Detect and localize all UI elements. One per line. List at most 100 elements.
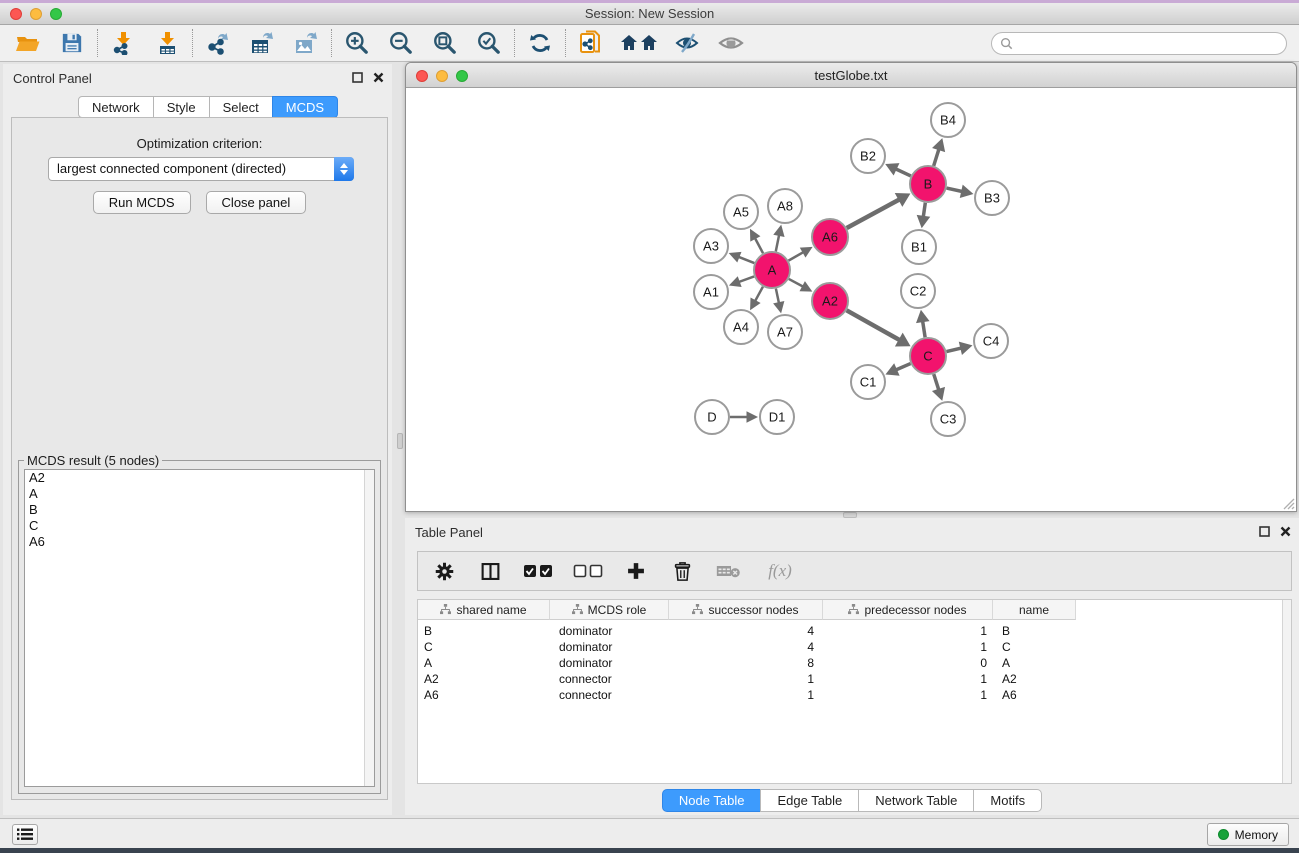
graph-edge[interactable] <box>923 321 925 337</box>
vertical-splitter-grip[interactable] <box>397 433 403 449</box>
table-row[interactable]: A2connector11A2 <box>418 671 1291 687</box>
table-cell: 1 <box>669 688 823 702</box>
create-column-button[interactable] <box>620 555 652 587</box>
graph-edge[interactable] <box>776 235 779 251</box>
delete-table-button[interactable] <box>712 555 744 587</box>
graph-edge[interactable] <box>847 310 900 340</box>
table-cell: 1 <box>669 672 823 686</box>
first-neighbors-button[interactable] <box>575 27 607 59</box>
graph-edge[interactable] <box>896 169 911 176</box>
graph-edge[interactable] <box>934 374 939 390</box>
close-panel-button[interactable]: Close panel <box>206 191 307 214</box>
close-panel-icon[interactable] <box>373 72 384 83</box>
tab-select[interactable]: Select <box>209 96 273 118</box>
toggle-columns-button[interactable] <box>474 555 506 587</box>
graph-edge[interactable] <box>755 238 763 253</box>
graph-edge[interactable] <box>738 257 754 263</box>
float-panel-icon[interactable] <box>1259 526 1270 537</box>
search-input[interactable] <box>1018 36 1278 50</box>
table-row[interactable]: Cdominator41C <box>418 639 1291 655</box>
column-header-shared-name[interactable]: shared name <box>418 600 550 620</box>
table-cell: A <box>418 656 550 670</box>
search-icon <box>1000 37 1013 50</box>
graph-edge[interactable] <box>947 188 963 191</box>
table-row[interactable]: A6connector11A6 <box>418 687 1291 703</box>
save-session-button[interactable] <box>56 27 88 59</box>
table-cell: 1 <box>823 688 993 702</box>
search-field[interactable] <box>991 32 1287 55</box>
tab-motifs[interactable]: Motifs <box>973 789 1042 812</box>
tab-network-table[interactable]: Network Table <box>858 789 974 812</box>
refresh-button[interactable] <box>524 27 556 59</box>
close-panel-icon[interactable] <box>1280 526 1291 537</box>
column-header-predecessor-nodes[interactable]: predecessor nodes <box>823 600 993 620</box>
mcds-result-item[interactable]: A2 <box>25 470 374 486</box>
mcds-result-item[interactable]: B <box>25 502 374 518</box>
show-hide-button[interactable] <box>715 27 747 59</box>
tab-style[interactable]: Style <box>153 96 210 118</box>
graph-edge[interactable] <box>789 279 803 287</box>
graph-edge[interactable] <box>739 276 754 282</box>
tab-edge-table[interactable]: Edge Table <box>760 789 859 812</box>
open-session-button[interactable] <box>12 27 44 59</box>
table-cell: A2 <box>418 672 550 686</box>
table-scrollbar[interactable] <box>1282 600 1291 783</box>
export-network-button[interactable] <box>202 27 234 59</box>
task-history-button[interactable] <box>12 824 38 845</box>
graph-edge[interactable] <box>847 199 900 228</box>
mcds-result-list[interactable]: A2ABCA6 <box>24 469 375 787</box>
column-label: shared name <box>456 603 526 617</box>
zoom-selected-button[interactable] <box>473 27 505 59</box>
column-label: MCDS role <box>588 603 647 617</box>
mcds-result-item[interactable]: A6 <box>25 534 374 550</box>
graph-edge[interactable] <box>946 348 961 352</box>
network-canvas[interactable]: B4B2BB3A5A8A6A3B1AA1C2A2A4A7C4CC1DD1C3 <box>406 88 1296 511</box>
mcds-result-item[interactable]: C <box>25 518 374 534</box>
table-tabs: Node Table Edge Table Network Table Moti… <box>405 789 1299 812</box>
zoom-fit-button[interactable] <box>429 27 461 59</box>
mcds-list-scrollbar[interactable] <box>364 470 374 786</box>
export-table-button[interactable] <box>246 27 278 59</box>
zoom-out-icon <box>388 30 414 56</box>
table-row[interactable]: Adominator80A <box>418 655 1291 671</box>
memory-button[interactable]: Memory <box>1207 823 1289 846</box>
control-panel: Control Panel Network Style Select MCDS … <box>3 64 392 815</box>
column-header-name[interactable]: name <box>993 600 1076 620</box>
graph-edge[interactable] <box>776 289 779 304</box>
tab-mcds[interactable]: MCDS <box>272 96 338 118</box>
criterion-select[interactable]: largest connected component (directed) <box>48 157 354 181</box>
function-builder-button[interactable]: f(x) <box>758 555 802 587</box>
tab-node-table[interactable]: Node Table <box>662 789 762 812</box>
select-all-columns-button[interactable] <box>520 555 556 587</box>
zoom-out-button[interactable] <box>385 27 417 59</box>
column-label: name <box>1019 603 1049 617</box>
graph-node-label: B2 <box>860 149 876 164</box>
table-panel: Table Panel <box>405 518 1299 815</box>
graph-edge[interactable] <box>789 252 804 261</box>
column-header-mcds-role[interactable]: MCDS role <box>550 600 669 620</box>
hide-details-button[interactable] <box>671 27 703 59</box>
table-settings-button[interactable] <box>428 555 460 587</box>
import-network-button[interactable] <box>107 27 139 59</box>
zoom-in-button[interactable] <box>341 27 373 59</box>
import-table-button[interactable] <box>151 27 183 59</box>
mcds-result-item[interactable]: A <box>25 486 374 502</box>
export-image-button[interactable] <box>290 27 322 59</box>
resize-corner-icon[interactable] <box>1282 497 1295 510</box>
tab-network[interactable]: Network <box>78 96 154 118</box>
column-header-successor-nodes[interactable]: successor nodes <box>669 600 823 620</box>
graph-edge[interactable] <box>934 149 939 166</box>
run-mcds-button[interactable]: Run MCDS <box>93 191 191 214</box>
table-cell: B <box>993 624 1076 638</box>
float-panel-icon[interactable] <box>352 72 363 83</box>
network-window-titlebar[interactable]: testGlobe.txt <box>406 63 1296 88</box>
graph-edge[interactable] <box>755 287 763 301</box>
table-cell: 8 <box>669 656 823 670</box>
home-layout-button[interactable] <box>619 27 659 59</box>
table-row[interactable]: Bdominator41B <box>418 623 1291 639</box>
trash-icon <box>673 561 692 582</box>
delete-column-button[interactable] <box>666 555 698 587</box>
deselect-all-columns-button[interactable] <box>570 555 606 587</box>
graph-edge[interactable] <box>896 364 911 370</box>
graph-edge[interactable] <box>923 203 925 217</box>
